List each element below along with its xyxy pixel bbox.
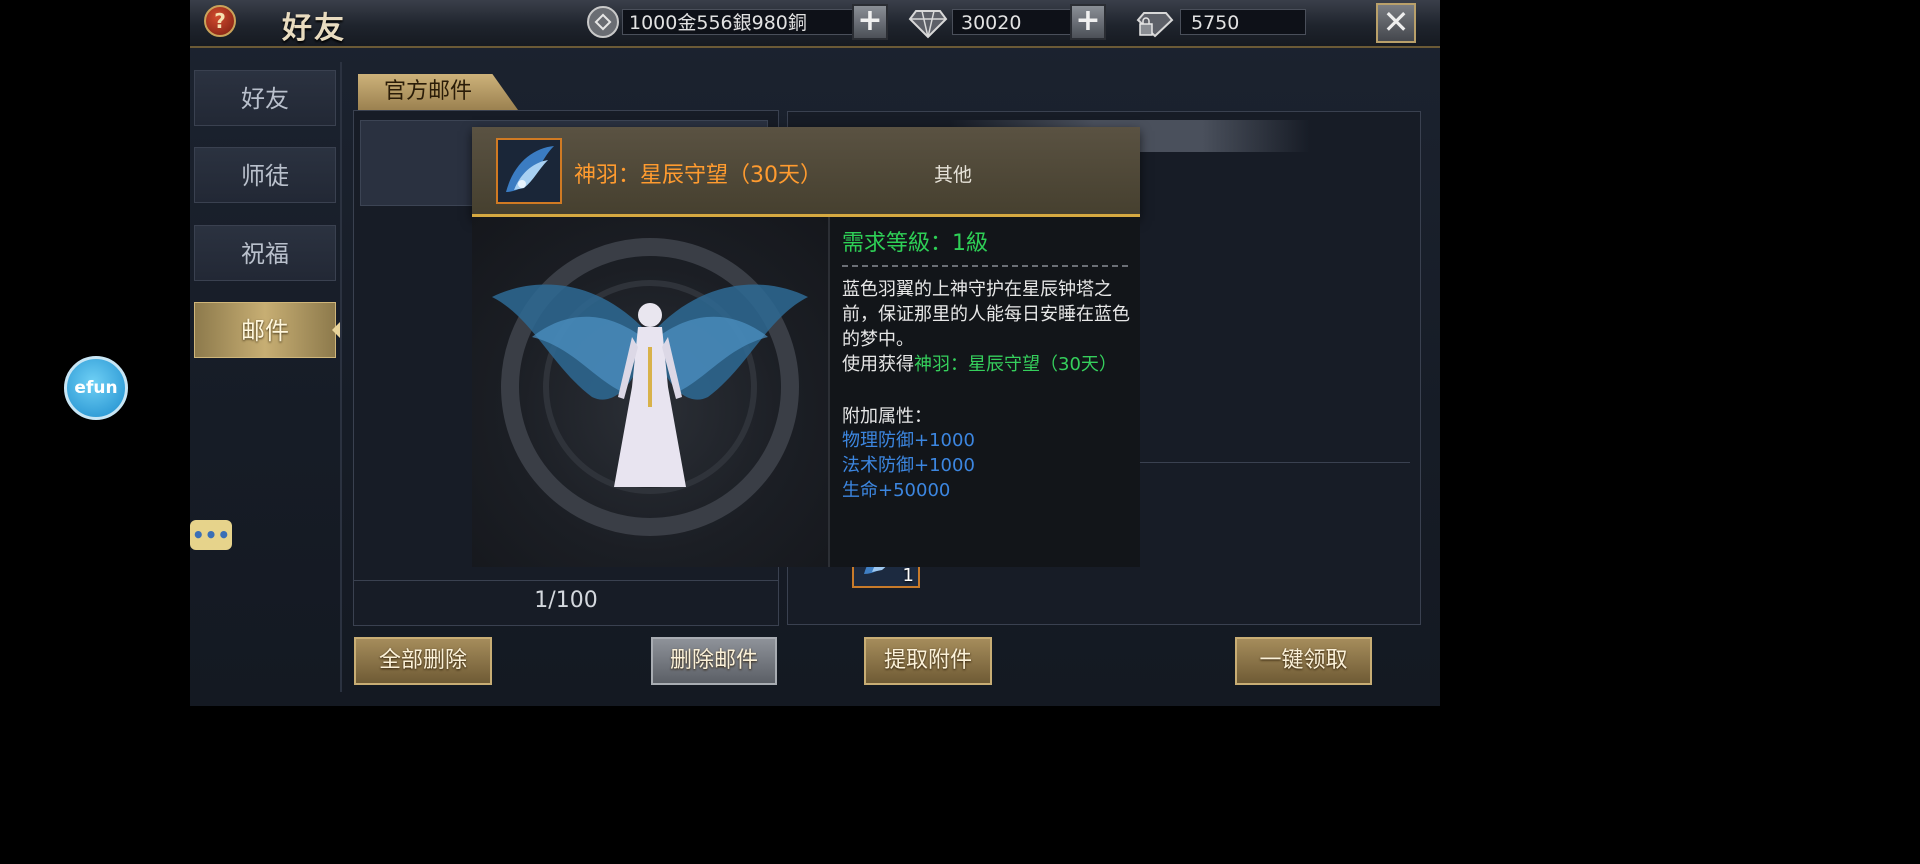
diamond-count: 30020 bbox=[952, 9, 1072, 35]
bound-diamond-count: 5750 bbox=[1180, 9, 1306, 35]
use-item-name: 神羽：星辰守望（30天） bbox=[914, 354, 1117, 375]
item-tooltip-header: 神羽：星辰守望（30天） 其他 bbox=[472, 127, 1140, 217]
use-prefix: 使用获得 bbox=[842, 354, 914, 375]
page-title: 好友 bbox=[282, 11, 346, 46]
locked-diamond-icon bbox=[1136, 5, 1176, 39]
sidebar-item-blessing[interactable]: 祝福 bbox=[194, 225, 336, 281]
chat-bubble-icon[interactable]: ••• bbox=[190, 520, 232, 550]
question-mark-icon[interactable]: ? bbox=[204, 5, 236, 37]
sidebar-divider bbox=[340, 62, 342, 692]
attachment-count: 1 bbox=[902, 565, 914, 586]
sidebar-item-mail[interactable]: 邮件 bbox=[194, 302, 336, 358]
item-description: 蓝色羽翼的上神守护在星辰钟塔之前，保证那里的人能每日安睡在蓝色的梦中。 bbox=[842, 279, 1130, 350]
active-tab-arrow-icon bbox=[332, 322, 340, 338]
item-type: 其他 bbox=[934, 164, 973, 186]
use-effect: 使用获得神羽：星辰守望（30天） bbox=[842, 352, 1130, 377]
item-description-panel: 需求等級：1級 蓝色羽翼的上神守护在星辰钟塔之前，保证那里的人能每日安睡在蓝色的… bbox=[828, 217, 1140, 567]
character-preview-image bbox=[492, 238, 808, 536]
wing-item-icon bbox=[496, 138, 562, 204]
add-diamond-button[interactable]: + bbox=[1070, 4, 1106, 40]
sidebar-item-mentor[interactable]: 师徒 bbox=[194, 147, 336, 203]
close-button[interactable]: ✕ bbox=[1376, 3, 1416, 43]
sidebar-item-friends[interactable]: 好友 bbox=[194, 70, 336, 126]
game-screen: ? 好友 1000金556銀980銅 + 30020 + 5750 ✕ 好友 师… bbox=[190, 0, 1440, 706]
required-level: 需求等級：1級 bbox=[842, 231, 988, 256]
attribute-magic-defense: 法术防御+1000 bbox=[842, 455, 975, 476]
item-name: 神羽：星辰守望（30天） bbox=[574, 163, 822, 188]
item-preview bbox=[472, 217, 828, 567]
claim-all-button[interactable]: 一键领取 bbox=[1235, 637, 1372, 685]
add-money-button[interactable]: + bbox=[852, 4, 888, 40]
extract-attachment-button[interactable]: 提取附件 bbox=[864, 637, 992, 685]
delete-mail-button[interactable]: 删除邮件 bbox=[651, 637, 777, 685]
dashed-divider bbox=[842, 265, 1128, 267]
delete-all-button[interactable]: 全部删除 bbox=[354, 637, 492, 685]
attribute-hp: 生命+50000 bbox=[842, 480, 951, 501]
efun-float-button[interactable]: efun bbox=[64, 356, 128, 420]
coin-icon bbox=[586, 5, 620, 39]
top-bar: ? 好友 1000金556銀980銅 + 30020 + 5750 ✕ bbox=[190, 0, 1440, 48]
attribute-title: 附加属性： bbox=[842, 406, 932, 427]
money-display: 1000金556銀980銅 bbox=[622, 9, 854, 35]
attribute-physical-defense: 物理防御+1000 bbox=[842, 430, 975, 451]
diamond-icon bbox=[908, 5, 948, 39]
tab-official-mail[interactable]: 官方邮件 bbox=[358, 74, 518, 110]
page-indicator: 1/100 bbox=[534, 588, 598, 613]
pager-divider bbox=[353, 580, 779, 581]
